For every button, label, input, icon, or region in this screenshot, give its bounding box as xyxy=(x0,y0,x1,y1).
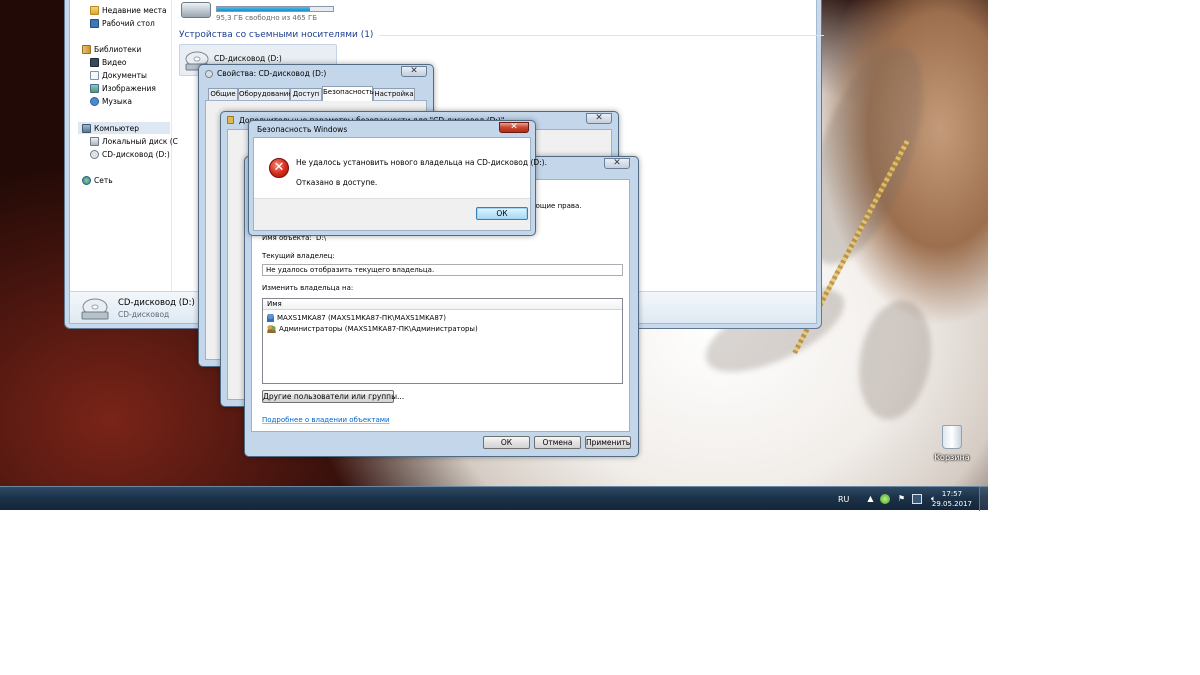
windows-security-error-dialog: Безопасность Windows ✕ ✕ Не удалось уста… xyxy=(248,120,547,236)
nav-label: Рабочий стол xyxy=(102,18,155,28)
language-indicator[interactable]: RU xyxy=(838,495,849,504)
music-icon xyxy=(90,96,99,106)
close-button[interactable]: ✕ xyxy=(586,113,612,124)
nav-item-pictures[interactable]: Изображения xyxy=(90,82,156,94)
nav-item-desktop[interactable]: Рабочий стол xyxy=(90,17,155,29)
nav-item-recent[interactable]: Недавние места xyxy=(90,4,167,16)
recent-places-icon xyxy=(90,5,99,15)
nav-item-documents[interactable]: Документы xyxy=(90,69,147,81)
cd-drive-icon xyxy=(205,70,213,78)
network-icon[interactable] xyxy=(912,494,923,504)
nav-item-libraries[interactable]: Библиотеки xyxy=(82,43,141,55)
column-header-name[interactable]: Имя xyxy=(263,299,622,310)
video-icon xyxy=(90,57,99,67)
show-desktop-button[interactable] xyxy=(979,487,988,511)
lock-icon xyxy=(227,116,234,124)
error-message: Не удалось установить нового владельца н… xyxy=(296,158,547,167)
owner-hint: ющие права. xyxy=(534,202,582,210)
taskbar: RU ▲ ⚑ 🔈︎ 17:57 29.05.2017 xyxy=(0,486,988,511)
nav-item-video[interactable]: Видео xyxy=(90,56,126,68)
nav-label: Видео xyxy=(102,57,127,67)
current-owner-field[interactable]: Не удалось отобразить текущего владельца… xyxy=(262,264,623,276)
user-icon xyxy=(267,313,274,322)
cd-drive-icon xyxy=(81,298,109,320)
group-header-label: Устройства со съемными носителями (1) xyxy=(179,30,374,40)
apply-button[interactable]: Применить xyxy=(585,436,631,449)
ok-button[interactable]: ОК xyxy=(483,436,530,449)
close-button[interactable]: ✕ xyxy=(401,66,427,77)
recycle-bin-shortcut[interactable]: Корзина xyxy=(930,425,974,462)
nav-item-music[interactable]: Музыка xyxy=(90,95,132,107)
computer-icon xyxy=(82,123,91,133)
nav-label: Музыка xyxy=(102,96,132,106)
tab-sharing[interactable]: Доступ xyxy=(290,88,322,100)
cd-tile-label: CD-дисковод (D:) xyxy=(214,54,282,63)
utorrent-icon[interactable] xyxy=(880,494,891,504)
system-tray: RU ▲ ⚑ 🔈︎ xyxy=(838,487,941,511)
details-item-name: CD-дисковод (D:) xyxy=(118,298,195,308)
other-users-button[interactable]: Другие пользователи или группы... xyxy=(262,390,404,403)
nav-label: Локальный диск (C xyxy=(102,136,178,146)
error-icon: ✕ xyxy=(269,158,289,178)
nav-item-computer[interactable]: Компьютер xyxy=(78,122,170,134)
nav-label: Документы xyxy=(102,70,147,80)
tab-customize[interactable]: Настройка xyxy=(373,88,415,100)
error-body: ✕ Не удалось установить нового владельца… xyxy=(253,137,547,231)
taskbar-clock[interactable]: 17:57 29.05.2017 xyxy=(932,489,972,509)
nav-label: Компьютер xyxy=(94,123,139,133)
nav-item-cd-drive[interactable]: CD-дисковод (D:) xyxy=(90,148,170,160)
documents-icon xyxy=(90,70,99,80)
libraries-icon xyxy=(82,44,91,54)
clock-date: 29.05.2017 xyxy=(931,500,972,508)
nav-label: CD-дисковод (D:) xyxy=(102,149,170,159)
action-center-flag-icon[interactable]: ⚑ xyxy=(896,494,906,504)
nav-label: Сеть xyxy=(94,175,113,185)
error-button-strip: ОК xyxy=(254,198,530,230)
nav-item-local-disk[interactable]: Локальный диск (C xyxy=(90,135,178,147)
list-item[interactable]: Администраторы (MAXS1MKA87-ПК\Администра… xyxy=(263,323,622,334)
network-icon xyxy=(82,175,91,185)
nav-label: Изображения xyxy=(102,83,156,93)
learn-ownership-link[interactable]: Подробнее о владении объектами xyxy=(262,416,390,424)
show-hidden-icons-icon[interactable]: ▲ xyxy=(866,494,874,504)
hard-disk-icon xyxy=(90,136,99,146)
removable-devices-header[interactable]: Устройства со съемными носителями (1) xyxy=(179,29,824,41)
local-disk-icon[interactable] xyxy=(181,2,211,18)
close-button[interactable]: ✕ xyxy=(604,158,630,169)
list-item-label: MAXS1MKA87 (MAXS1MKA87-ПК\MAXS1MKA87) xyxy=(277,313,446,322)
clock-time: 17:57 xyxy=(941,490,963,498)
tab-general[interactable]: Общие xyxy=(208,88,238,100)
recycle-bin-label: Корзина xyxy=(934,453,970,462)
desktop-icon xyxy=(90,18,99,28)
drive-free-space: 95,3 ГБ свободно из 465 ГБ xyxy=(216,14,318,22)
error-dialog-title: Безопасность Windows xyxy=(257,125,348,134)
list-item[interactable]: MAXS1MKA87 (MAXS1MKA87-ПК\MAXS1MKA87) xyxy=(263,312,622,323)
tab-security[interactable]: Безопасность xyxy=(322,86,374,101)
drive-capacity-bar xyxy=(216,6,334,12)
nav-item-network[interactable]: Сеть xyxy=(82,174,113,186)
details-item-type: CD-дисковод xyxy=(118,310,170,319)
cancel-button[interactable]: Отмена xyxy=(534,436,581,449)
error-detail: Отказано в доступе. xyxy=(296,178,378,187)
tab-hardware[interactable]: Оборудование xyxy=(238,88,293,100)
ok-button[interactable]: ОК xyxy=(476,207,528,220)
owner-candidates-list[interactable]: Имя MAXS1MKA87 (MAXS1MKA87-ПК\MAXS1MKA87… xyxy=(262,298,623,384)
navigation-pane: Недавние места Рабочий стол Библиотеки В… xyxy=(70,0,178,291)
cd-drive-icon xyxy=(90,149,99,159)
drive-capacity-fill xyxy=(217,7,310,11)
nav-label: Недавние места xyxy=(102,5,167,15)
current-owner-label: Текущий владелец: xyxy=(262,252,335,260)
group-icon xyxy=(267,324,276,333)
nav-label: Библиотеки xyxy=(94,44,142,54)
close-button[interactable]: ✕ xyxy=(499,122,529,133)
pictures-icon xyxy=(90,83,99,93)
recycle-bin-icon xyxy=(942,425,962,449)
wallpaper-fold xyxy=(850,294,940,426)
list-item-label: Администраторы (MAXS1MKA87-ПК\Администра… xyxy=(279,324,478,333)
properties-title: Свойства: CD-дисковод (D:) xyxy=(217,69,327,78)
change-owner-label: Изменить владельца на: xyxy=(262,284,354,292)
